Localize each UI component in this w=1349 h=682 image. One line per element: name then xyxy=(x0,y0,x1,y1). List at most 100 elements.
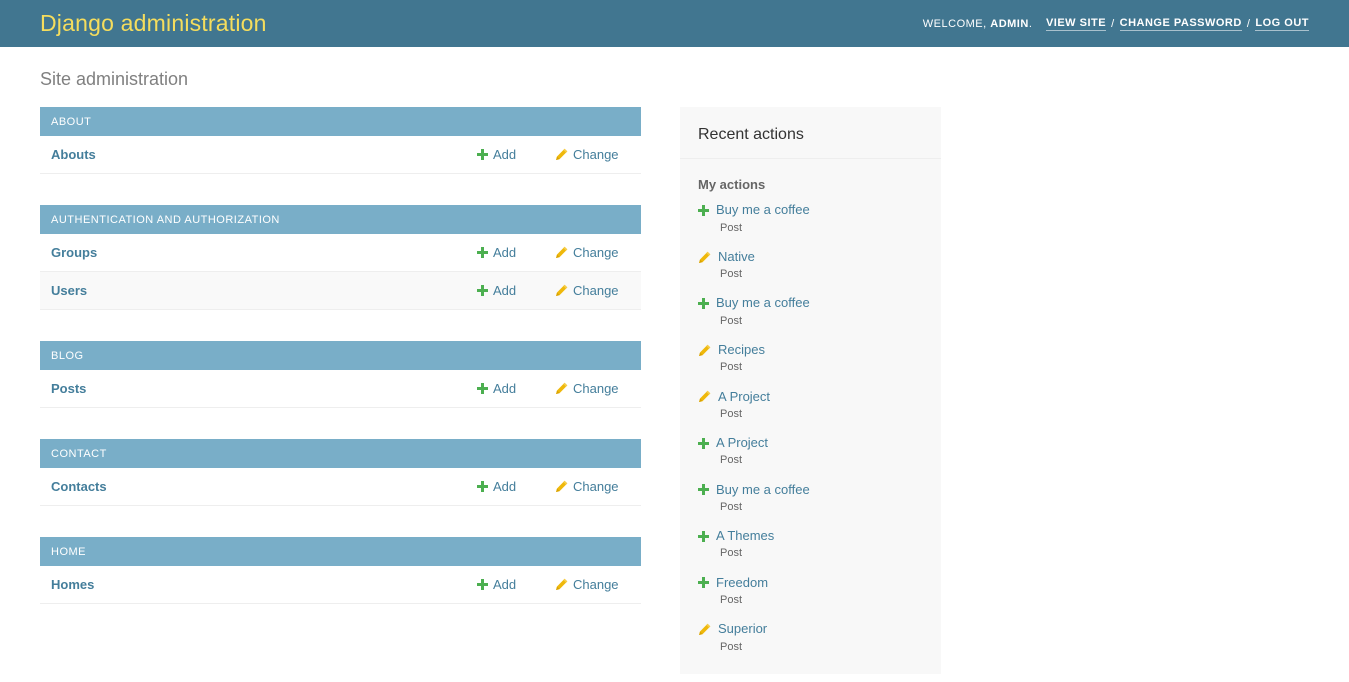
add-link[interactable]: Add xyxy=(477,245,555,260)
change-icon xyxy=(698,344,711,357)
welcome-prefix: WELCOME, xyxy=(922,17,991,30)
recent-action-link[interactable]: Buy me a coffee xyxy=(716,482,810,498)
add-icon xyxy=(477,246,488,258)
recent-action-row: Buy me a coffee xyxy=(698,295,923,311)
content-wrapper: Site administration ABOUT Abouts Add Change… xyxy=(0,47,1349,682)
change-icon xyxy=(555,578,568,591)
recent-action-link[interactable]: Recipes xyxy=(718,342,765,358)
recent-action-item: Buy me a coffee Post xyxy=(698,202,923,235)
branding-title[interactable]: Django administration xyxy=(40,12,267,35)
site-header: Django administration WELCOME, ADMIN. VI… xyxy=(0,0,1349,47)
app-module: BLOG Posts Add Change xyxy=(40,340,641,408)
model-row: Abouts Add Change xyxy=(40,135,641,174)
recent-action-item: Native Post xyxy=(698,249,923,282)
app-list: ABOUT Abouts Add Change AUTHENTICATION AND A… xyxy=(40,106,641,605)
recent-action-link[interactable]: A Themes xyxy=(716,528,774,544)
recent-action-model: Post xyxy=(720,500,743,513)
recent-action-item: Recipes Post xyxy=(698,342,923,375)
add-icon xyxy=(477,148,488,160)
recent-actions-panel: Recent actions My actions Buy me a coffe… xyxy=(680,106,941,674)
view-site-link[interactable]: VIEW SITE xyxy=(1045,17,1107,31)
recent-action-link[interactable]: Native xyxy=(718,249,755,265)
change-link[interactable]: Change xyxy=(555,577,641,592)
recent-action-item: Superior Post xyxy=(698,621,923,654)
recent-action-row: Buy me a coffee xyxy=(698,202,923,218)
add-icon xyxy=(477,480,488,492)
model-name-link[interactable]: Posts xyxy=(40,381,477,396)
recent-action-item: A Themes Post xyxy=(698,528,923,561)
change-password-link[interactable]: CHANGE PASSWORD xyxy=(1119,17,1242,31)
recent-actions-title: Recent actions xyxy=(680,107,941,159)
change-icon xyxy=(698,623,711,636)
recent-action-row: A Project xyxy=(698,389,923,405)
branding-title-text: Django administration xyxy=(40,10,267,36)
model-actions: Add Change xyxy=(477,577,641,592)
change-link[interactable]: Change xyxy=(555,283,641,298)
recent-action-model: Post xyxy=(720,314,743,327)
app-module: ABOUT Abouts Add Change xyxy=(40,106,641,174)
recent-action-row: Recipes xyxy=(698,342,923,358)
user-tools-spacer xyxy=(1032,18,1046,30)
add-link-label: Add xyxy=(493,244,517,260)
recent-action-row: Superior xyxy=(698,621,923,637)
model-row: Users Add Change xyxy=(40,271,641,310)
change-link-label: Change xyxy=(573,282,619,298)
model-actions: Add Change xyxy=(477,147,641,162)
recent-action-link[interactable]: Freedom xyxy=(716,575,768,591)
change-icon xyxy=(698,390,711,403)
add-link[interactable]: Add xyxy=(477,147,555,162)
recent-action-row: Buy me a coffee xyxy=(698,482,923,498)
recent-action-row: Native xyxy=(698,249,923,265)
recent-action-link[interactable]: Buy me a coffee xyxy=(716,295,810,311)
add-icon xyxy=(477,579,488,591)
app-module: HOME Homes Add Change xyxy=(40,536,641,605)
action-list: Buy me a coffee Post Native Post Buy me a co… xyxy=(680,202,941,673)
recent-action-link[interactable]: A Project xyxy=(718,389,770,405)
app-module-caption[interactable]: BLOG xyxy=(40,340,641,370)
recent-action-row: A Themes xyxy=(698,528,923,544)
model-name-link[interactable]: Groups xyxy=(40,245,477,260)
app-module-caption[interactable]: ABOUT xyxy=(40,106,641,136)
recent-action-link[interactable]: Buy me a coffee xyxy=(716,202,810,218)
app-module-caption[interactable]: HOME xyxy=(40,536,641,567)
model-name-link[interactable]: Contacts xyxy=(40,479,477,494)
change-link-label: Change xyxy=(573,577,619,593)
model-row: Contacts Add Change xyxy=(40,467,641,506)
user-tools: WELCOME, ADMIN. VIEW SITE / CHANGE PASSW… xyxy=(923,17,1309,31)
app-module-caption[interactable]: CONTACT xyxy=(40,438,641,468)
change-link[interactable]: Change xyxy=(555,147,641,162)
add-link[interactable]: Add xyxy=(477,381,555,396)
app-module: AUTHENTICATION AND AUTHORIZATION Groups Ad… xyxy=(40,204,641,310)
model-actions: Add Change xyxy=(477,283,641,298)
model-row: Posts Add Change xyxy=(40,369,641,408)
add-icon xyxy=(698,530,709,542)
model-name-link[interactable]: Users xyxy=(40,283,477,298)
app-module-caption[interactable]: AUTHENTICATION AND AUTHORIZATION xyxy=(40,204,641,234)
log-out-link[interactable]: LOG OUT xyxy=(1255,17,1309,31)
model-row: Homes Add Change xyxy=(40,566,641,605)
change-icon xyxy=(555,148,568,161)
recent-action-row: A Project xyxy=(698,435,923,451)
recent-action-model: Post xyxy=(720,594,743,606)
recent-action-link[interactable]: A Project xyxy=(716,435,768,451)
model-row: Groups Add Change xyxy=(40,233,641,272)
add-icon xyxy=(477,284,488,296)
recent-action-link[interactable]: Superior xyxy=(718,621,767,637)
change-link[interactable]: Change xyxy=(555,381,641,396)
add-icon xyxy=(477,382,488,394)
welcome-username: ADMIN xyxy=(990,17,1029,30)
add-link-label: Add xyxy=(493,380,517,396)
change-link[interactable]: Change xyxy=(555,245,641,260)
add-link[interactable]: Add xyxy=(477,283,555,298)
model-name-link[interactable]: Abouts xyxy=(40,147,477,162)
model-actions: Add Change xyxy=(477,245,641,260)
add-link[interactable]: Add xyxy=(477,479,555,494)
add-icon xyxy=(698,205,709,216)
model-name-link[interactable]: Homes xyxy=(40,577,477,592)
main-columns: ABOUT Abouts Add Change AUTHENTICATION AND A… xyxy=(40,106,1309,674)
add-icon xyxy=(698,437,709,449)
add-link[interactable]: Add xyxy=(477,577,555,592)
change-link-label: Change xyxy=(573,244,619,260)
change-link-label: Change xyxy=(573,478,619,494)
change-link[interactable]: Change xyxy=(555,479,641,494)
